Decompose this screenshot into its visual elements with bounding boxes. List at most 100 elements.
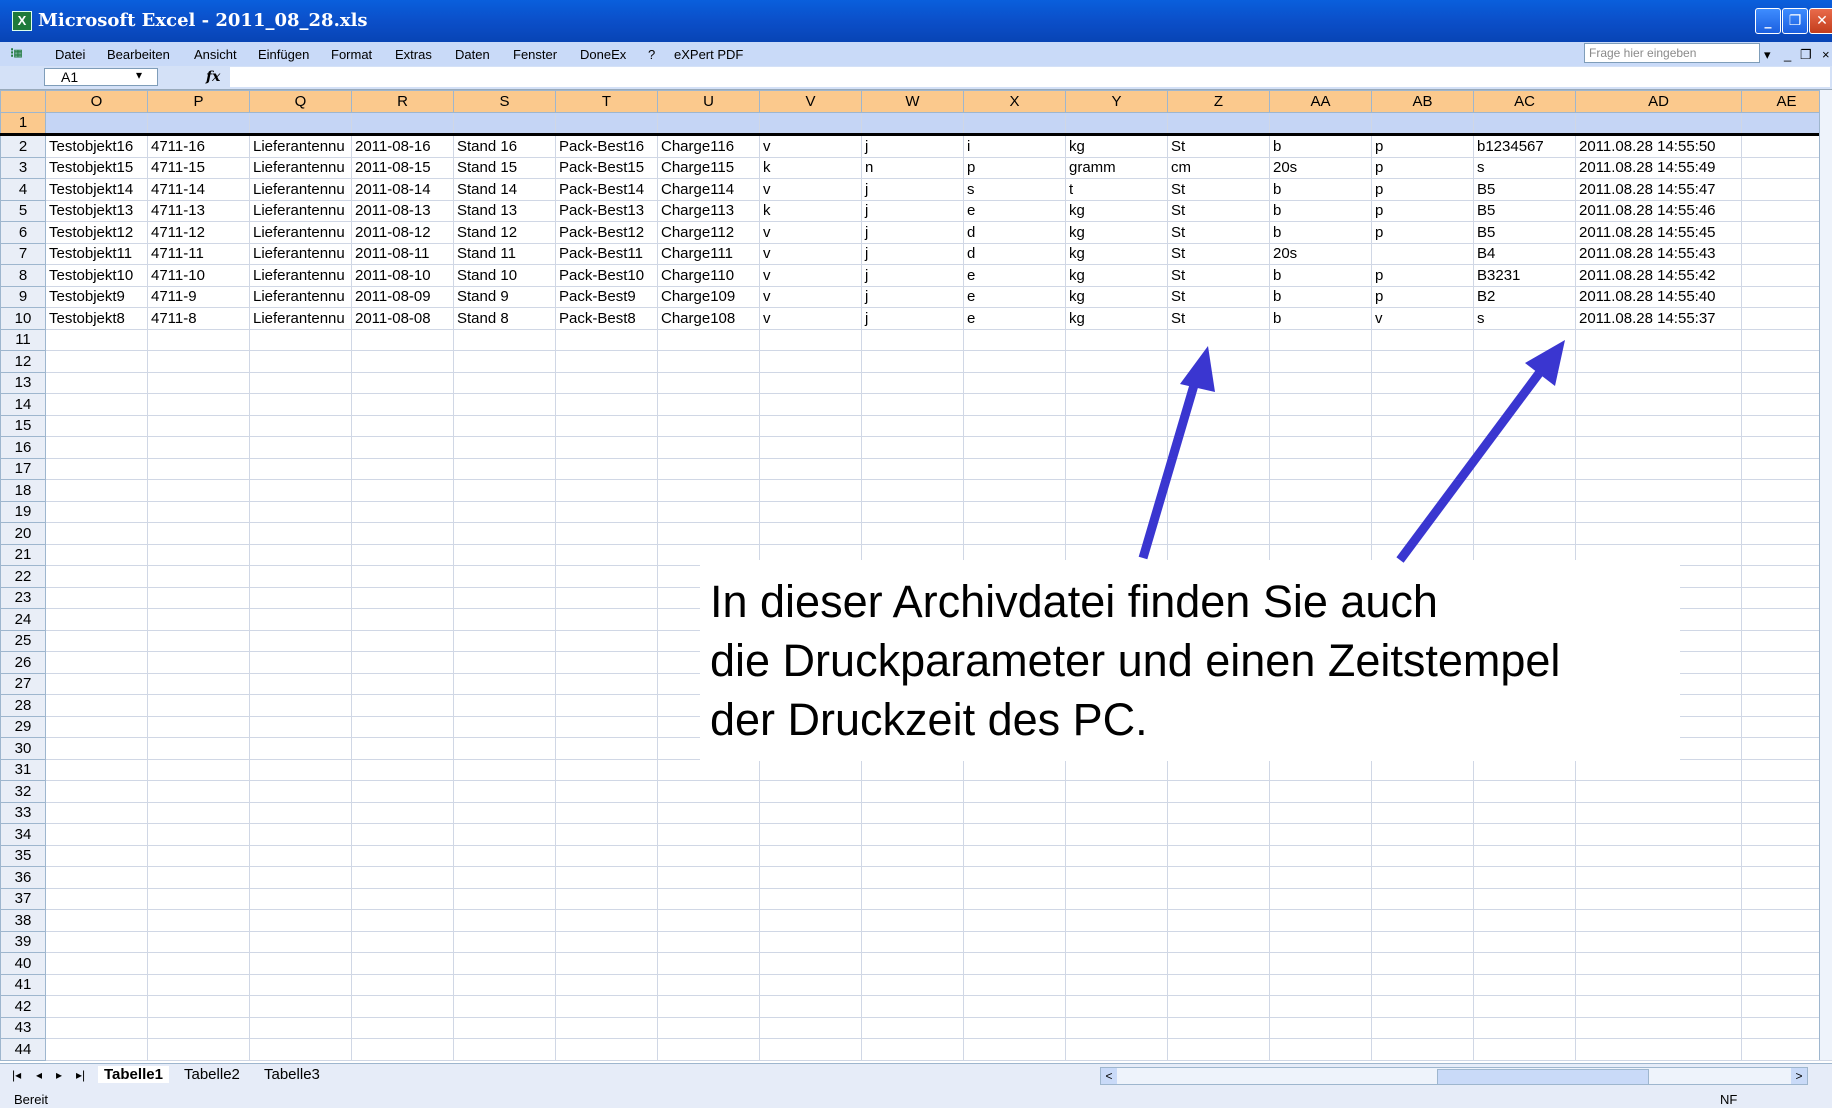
cell[interactable]: [861, 758, 964, 781]
cell[interactable]: b: [1269, 178, 1372, 201]
cell[interactable]: [453, 780, 556, 803]
row-header[interactable]: 15: [0, 414, 46, 437]
menu-extras[interactable]: Extras: [395, 47, 432, 62]
cell[interactable]: [657, 909, 760, 932]
cell[interactable]: [963, 350, 1066, 373]
row-header[interactable]: 30: [0, 737, 46, 760]
cell[interactable]: [963, 500, 1066, 523]
cell[interactable]: n: [861, 156, 964, 179]
cell[interactable]: [249, 930, 352, 953]
cell[interactable]: [657, 758, 760, 781]
cell[interactable]: [1741, 586, 1832, 609]
cell[interactable]: [45, 457, 148, 480]
cell[interactable]: [1269, 393, 1372, 416]
cell[interactable]: [657, 1038, 760, 1061]
cell[interactable]: [759, 930, 862, 953]
cell[interactable]: [1473, 414, 1576, 437]
cell[interactable]: [351, 393, 454, 416]
cell[interactable]: [861, 457, 964, 480]
cell[interactable]: [45, 393, 148, 416]
cell[interactable]: [555, 995, 658, 1018]
cell[interactable]: j: [861, 221, 964, 244]
cell[interactable]: [657, 522, 760, 545]
tab-tabelle2[interactable]: Tabelle2: [178, 1066, 246, 1083]
cell[interactable]: 2011.08.28 14:55:49: [1575, 156, 1742, 179]
cell[interactable]: [453, 844, 556, 867]
cell[interactable]: [963, 1016, 1066, 1039]
cell[interactable]: [555, 393, 658, 416]
cell[interactable]: [861, 393, 964, 416]
cell[interactable]: [351, 930, 454, 953]
cell[interactable]: [453, 436, 556, 459]
cell[interactable]: [555, 350, 658, 373]
cell[interactable]: [1371, 457, 1474, 480]
cell[interactable]: [759, 780, 862, 803]
cell[interactable]: [1269, 436, 1372, 459]
cell[interactable]: [45, 350, 148, 373]
cell[interactable]: [657, 393, 760, 416]
cell[interactable]: Testobjekt13: [45, 199, 148, 222]
cell[interactable]: [1741, 844, 1832, 867]
cell[interactable]: [1371, 909, 1474, 932]
cell[interactable]: [1167, 479, 1270, 502]
cell[interactable]: [249, 111, 352, 136]
cell[interactable]: [759, 866, 862, 889]
cell[interactable]: [147, 522, 250, 545]
menu-einfuegen[interactable]: Einfügen: [258, 47, 309, 62]
cell[interactable]: [1167, 780, 1270, 803]
cell[interactable]: [45, 694, 148, 717]
cell[interactable]: Stand 13: [453, 199, 556, 222]
cell[interactable]: [759, 1016, 862, 1039]
cell[interactable]: [453, 930, 556, 953]
cell[interactable]: [45, 823, 148, 846]
cell[interactable]: [1371, 758, 1474, 781]
cell[interactable]: [351, 500, 454, 523]
cell[interactable]: 2011-08-13: [351, 199, 454, 222]
cell[interactable]: [453, 887, 556, 910]
cell[interactable]: [249, 565, 352, 588]
tab-tabelle1[interactable]: Tabelle1: [98, 1066, 169, 1083]
scroll-left-icon[interactable]: <: [1101, 1068, 1117, 1084]
cell[interactable]: Pack-Best13: [555, 199, 658, 222]
cell[interactable]: [351, 436, 454, 459]
cell[interactable]: [555, 694, 658, 717]
cell[interactable]: [1741, 866, 1832, 889]
cell[interactable]: [1065, 111, 1168, 136]
cell[interactable]: cm: [1167, 156, 1270, 179]
cell[interactable]: [861, 930, 964, 953]
row-header[interactable]: 37: [0, 887, 46, 910]
cell[interactable]: [45, 887, 148, 910]
cell[interactable]: [147, 111, 250, 136]
cell[interactable]: [1065, 823, 1168, 846]
cell[interactable]: [1473, 909, 1576, 932]
cell[interactable]: [249, 350, 352, 373]
cell[interactable]: Stand 9: [453, 285, 556, 308]
cell[interactable]: [45, 1016, 148, 1039]
cell[interactable]: [1065, 909, 1168, 932]
cell[interactable]: [657, 844, 760, 867]
cell[interactable]: [1575, 371, 1742, 394]
cell[interactable]: [1741, 371, 1832, 394]
cell[interactable]: [1575, 995, 1742, 1018]
cell[interactable]: [1575, 111, 1742, 136]
cell[interactable]: [1473, 973, 1576, 996]
cell[interactable]: [1065, 844, 1168, 867]
scroll-right-icon[interactable]: >: [1791, 1068, 1807, 1084]
cell[interactable]: [249, 1016, 352, 1039]
row-header[interactable]: 7: [0, 242, 46, 265]
cell[interactable]: b: [1269, 307, 1372, 330]
cell[interactable]: B2: [1473, 285, 1576, 308]
row-header[interactable]: 27: [0, 672, 46, 695]
cell[interactable]: [147, 672, 250, 695]
cell[interactable]: 2011.08.28 14:55:37: [1575, 307, 1742, 330]
cell[interactable]: [759, 909, 862, 932]
cell[interactable]: [351, 543, 454, 566]
cell[interactable]: [657, 479, 760, 502]
cell[interactable]: [147, 371, 250, 394]
cell[interactable]: 2011.08.28 14:55:42: [1575, 264, 1742, 287]
doc-restore-icon[interactable]: ❐: [1800, 47, 1812, 63]
cell[interactable]: Lieferantennu: [249, 307, 352, 330]
cell[interactable]: [1371, 887, 1474, 910]
cell[interactable]: [351, 715, 454, 738]
cell[interactable]: [1371, 479, 1474, 502]
